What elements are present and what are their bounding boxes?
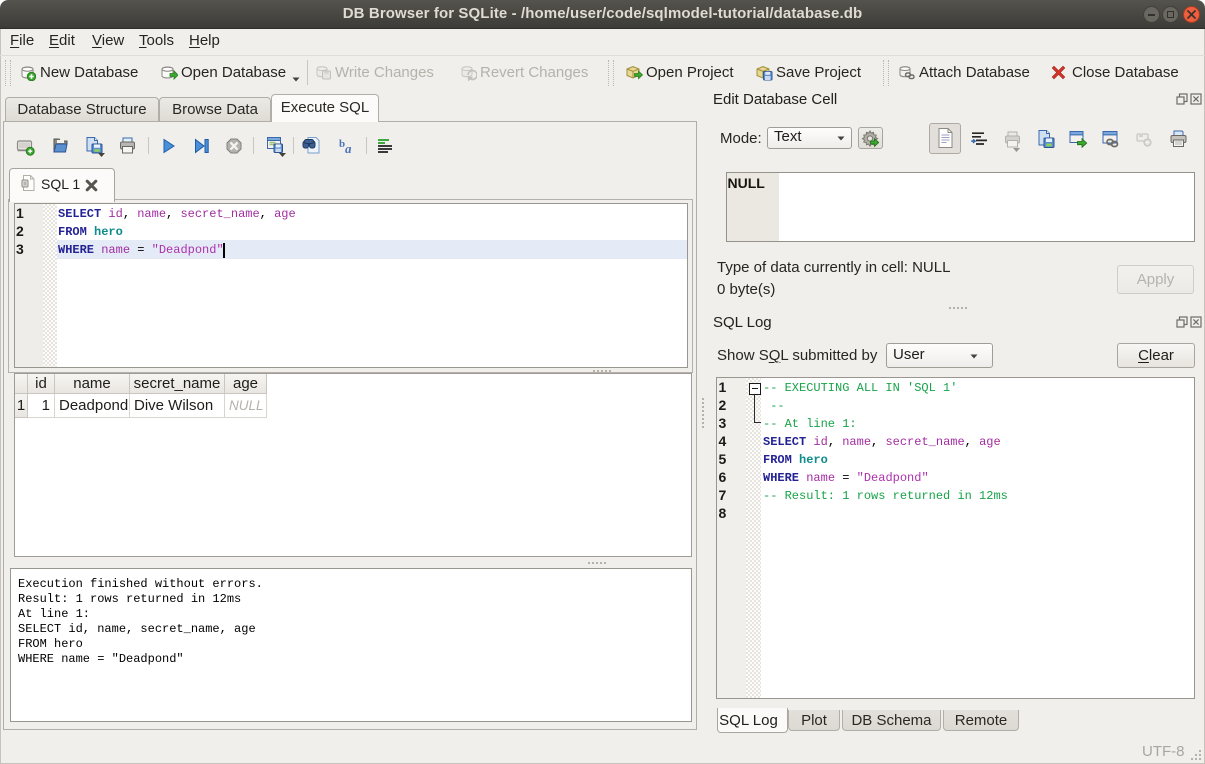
svg-text:a: a <box>345 141 352 155</box>
